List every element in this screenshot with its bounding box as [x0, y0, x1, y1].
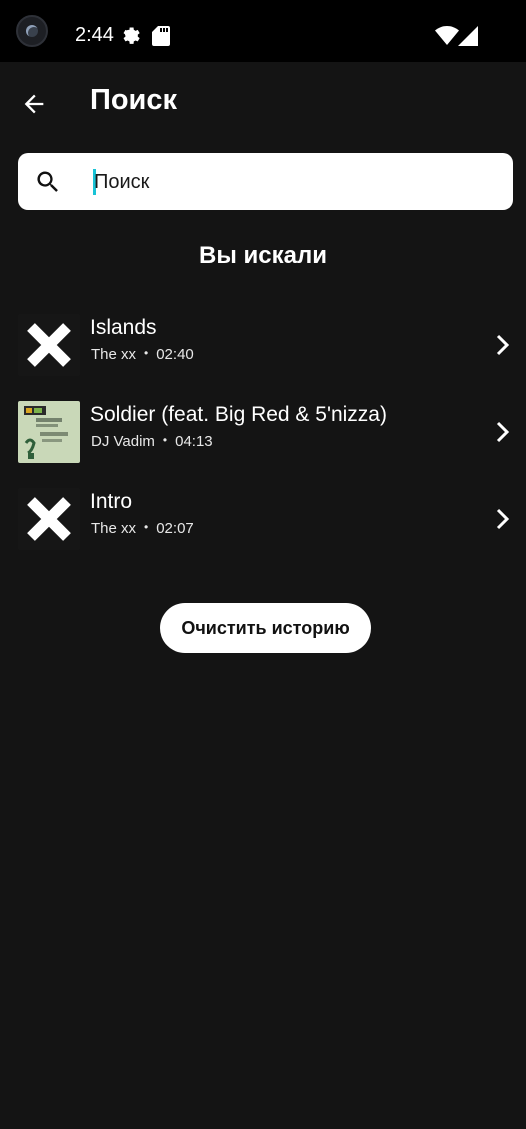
search-input[interactable]	[94, 163, 494, 201]
wifi-icon	[435, 26, 459, 45]
track-title: Soldier (feat. Big Red & 5'nizza)	[90, 403, 387, 426]
separator-dot: •	[162, 433, 168, 447]
sd-card-icon	[152, 26, 170, 46]
history-title: Вы искали	[199, 242, 327, 269]
page-title: Поиск	[90, 84, 178, 116]
the-xx-cover-icon	[18, 314, 80, 376]
clear-history-button[interactable]: Очистить историю	[160, 603, 371, 653]
track-artist: DJ Vadim	[91, 433, 155, 450]
gear-icon	[123, 27, 140, 44]
the-xx-cover-icon	[18, 488, 80, 550]
camera-icon	[16, 15, 48, 47]
track-title: Islands	[90, 316, 157, 339]
album-cover	[18, 314, 80, 376]
arrow-left-icon	[24, 94, 44, 114]
track-artist: The xx	[91, 346, 137, 363]
track-artist: The xx	[91, 520, 137, 537]
signal-icon	[458, 26, 478, 46]
chevron-right-icon	[496, 334, 510, 356]
app-header: Поиск	[0, 62, 526, 142]
track-duration: 04:13	[175, 433, 213, 450]
search-box[interactable]	[18, 153, 513, 210]
track-meta: The xx • 02:40	[91, 346, 194, 363]
separator-dot: •	[144, 520, 149, 534]
history-item[interactable]: Intro The xx • 02:07	[0, 485, 526, 555]
back-button[interactable]	[12, 82, 56, 126]
dj-vadim-cover-icon	[18, 401, 80, 463]
status-bar: 2:44	[0, 0, 526, 62]
track-duration: 02:40	[156, 346, 194, 363]
track-duration: 02:07	[156, 520, 194, 537]
status-time: 2:44	[75, 24, 114, 46]
history-item[interactable]: Islands The xx • 02:40	[0, 311, 526, 381]
search-icon	[37, 171, 58, 192]
chevron-right-icon	[496, 508, 510, 530]
album-cover	[18, 488, 80, 550]
separator-dot: •	[144, 346, 149, 360]
track-meta: DJ Vadim • 04:13	[91, 433, 213, 450]
track-meta: The xx • 02:07	[91, 520, 194, 537]
album-cover	[18, 401, 80, 463]
history-item[interactable]: Soldier (feat. Big Red & 5'nizza) DJ Vad…	[0, 398, 526, 468]
chevron-right-icon	[496, 421, 510, 443]
track-title: Intro	[90, 490, 133, 513]
